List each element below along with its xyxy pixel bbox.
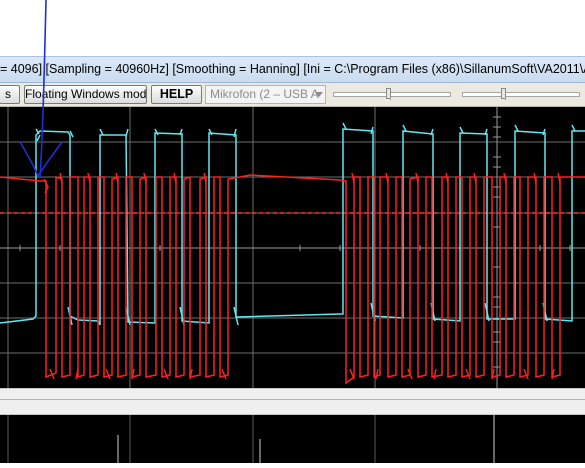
input-device-value: Mikrofon (2 – USB A [210, 87, 319, 101]
oscilloscope-plot [0, 107, 585, 388]
help-button[interactable]: HELP [151, 85, 202, 104]
window-titlebar: = 4096] [Sampling = 40960Hz] [Smoothing … [0, 56, 585, 83]
timebase-slider[interactable] [333, 88, 451, 99]
input-device-select[interactable]: Mikrofon (2 – USB A [205, 85, 326, 104]
oscilloscope-display[interactable] [0, 107, 585, 388]
desktop-background [0, 0, 585, 56]
settings-button[interactable]: s [0, 85, 20, 104]
window-title: = 4096] [Sampling = 40960Hz] [Smoothing … [0, 62, 585, 76]
gain-slider[interactable] [462, 88, 580, 99]
panel-splitter[interactable] [0, 388, 585, 415]
slider-tick [505, 97, 506, 100]
slider-tick [390, 97, 391, 100]
scope-center-axis [0, 107, 585, 388]
chevron-down-icon [315, 92, 323, 97]
toolbar: s Floating Windows mode HELP Mikrofon (2… [0, 83, 585, 107]
spectrum-plot [7, 415, 495, 463]
floating-windows-mode-button[interactable]: Floating Windows mode [24, 85, 147, 104]
splitter-line [0, 399, 585, 400]
spectrum-display[interactable] [0, 415, 585, 463]
